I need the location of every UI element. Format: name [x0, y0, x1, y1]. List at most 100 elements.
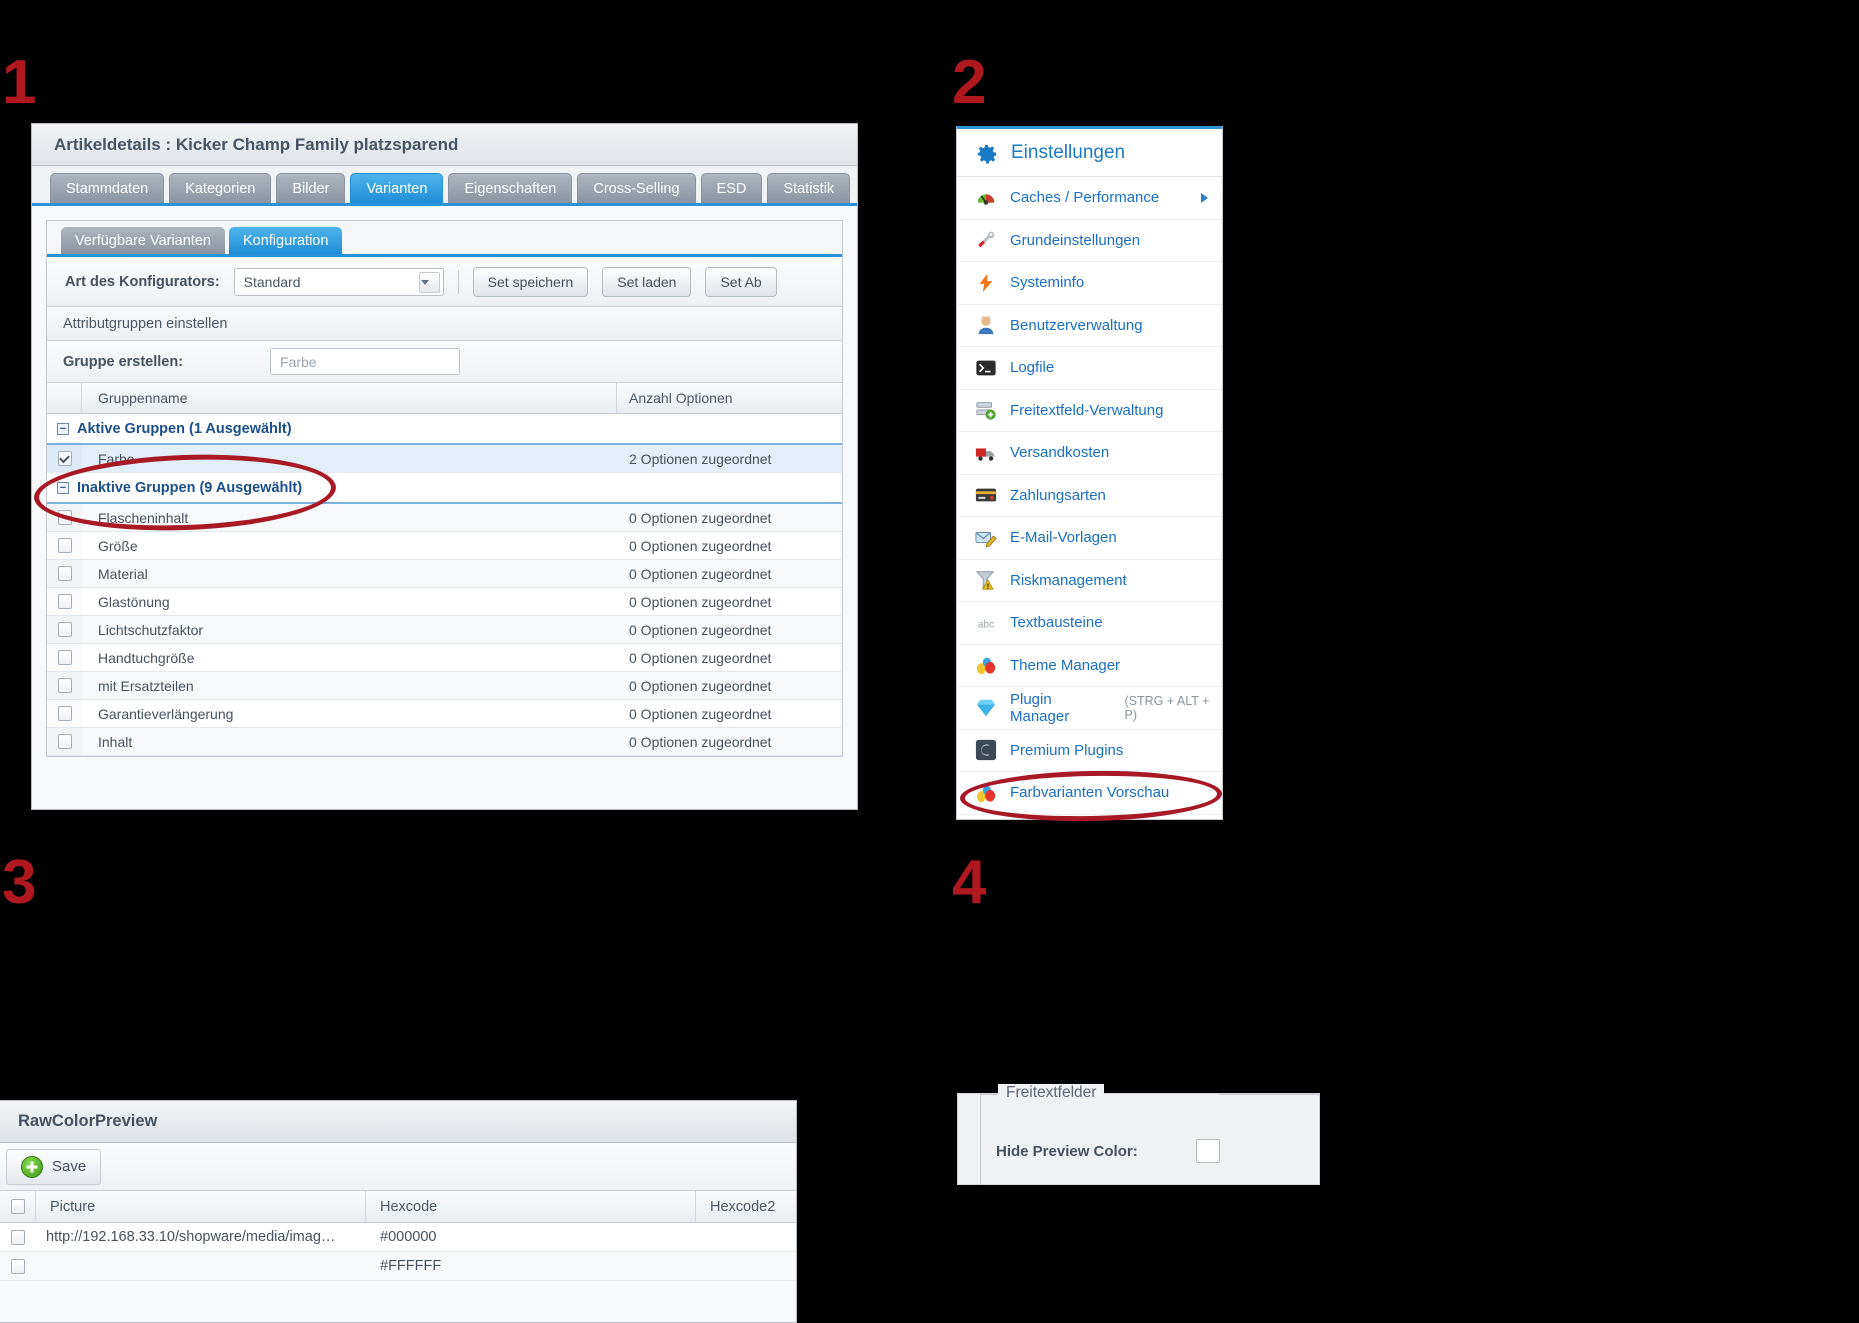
settings-menu-item-systeminfo[interactable]: Systeminfo [957, 262, 1222, 305]
row-checkbox-cell[interactable] [47, 616, 82, 643]
tab-kategorien[interactable]: Kategorien [169, 173, 272, 203]
row-checkbox-cell[interactable] [47, 644, 82, 671]
row-checkbox-cell[interactable] [47, 532, 82, 559]
settings-menu-item-freitextfeld-verwaltung[interactable]: Freitextfeld-Verwaltung [957, 390, 1222, 432]
table-row[interactable]: Glastönung 0 Optionen zugeordnet [47, 588, 842, 616]
hide-preview-color-row: Hide Preview Color: [996, 1139, 1220, 1163]
row-checkbox-cell[interactable] [47, 728, 82, 755]
group-header[interactable]: − Inaktive Gruppen (9 Ausgewählt) [47, 473, 842, 504]
settings-menu-item-versandkosten[interactable]: Versandkosten [957, 432, 1222, 475]
row-checkbox[interactable] [57, 678, 72, 693]
table-row[interactable]: Inhalt 0 Optionen zugeordnet [47, 728, 842, 756]
groups-grid-header: Gruppenname Anzahl Optionen [47, 383, 842, 414]
settings-menu-item-plugin-manager[interactable]: Plugin Manager (STRG + ALT + P) [957, 687, 1222, 730]
row-checkbox[interactable] [57, 566, 72, 581]
settings-menu-item-label: Grundeinstellungen [1010, 231, 1141, 249]
settings-menu-item-farbvarianten-vorschau[interactable]: Farbvarianten Vorschau [957, 772, 1222, 815]
group-name-cell: Garantieverlängerung [98, 705, 234, 722]
table-row[interactable]: mit Ersatzteilen 0 Optionen zugeordnet [47, 672, 842, 700]
settings-menu-item-theme-manager[interactable]: Theme Manager [957, 645, 1222, 687]
table-row[interactable]: Flascheninhalt 0 Optionen zugeordnet [47, 504, 842, 532]
settings-menu-item-benutzerverwaltung[interactable]: Benutzerverwaltung [957, 305, 1222, 347]
settings-menu-item-e-mail-vorlagen[interactable]: E-Mail-Vorlagen [957, 517, 1222, 560]
table-row[interactable]: Farbe 2 Optionen zugeordnet [47, 445, 842, 473]
row-checkbox[interactable] [57, 538, 72, 553]
row-checkbox-cell[interactable] [47, 672, 82, 699]
chevron-right-icon[interactable] [1201, 192, 1208, 203]
table-row[interactable]: #FFFFFF [0, 1252, 796, 1281]
configurator-type-label: Art des Konfigurators: [65, 273, 220, 290]
row-checkbox[interactable] [57, 451, 72, 466]
row-checkbox[interactable] [11, 1258, 25, 1274]
row-checkbox-cell[interactable] [47, 700, 82, 727]
tab-cross-selling[interactable]: Cross-Selling [577, 173, 696, 203]
set-ab-button[interactable]: Set Ab [705, 266, 777, 297]
settings-menu-item-logfile[interactable]: Logfile [957, 347, 1222, 390]
tab-statistik[interactable]: Statistik [767, 173, 851, 203]
row-checkbox[interactable] [57, 706, 72, 721]
terminal-icon [975, 357, 997, 379]
configurator-type-select[interactable]: Standard [233, 267, 444, 296]
chevron-down-icon[interactable] [418, 271, 440, 293]
collapse-icon[interactable]: − [57, 481, 69, 494]
table-row[interactable]: Handtuchgröße 0 Optionen zugeordnet [47, 644, 842, 672]
settings-menu-item-zahlungsarten[interactable]: Zahlungsarten [957, 475, 1222, 517]
table-row[interactable]: http://192.168.33.10/shopware/media/imag… [0, 1223, 796, 1252]
option-count-cell: 0 Optionen zugeordnet [629, 733, 772, 750]
tab-varianten[interactable]: Varianten [350, 173, 444, 203]
tab-stammdaten[interactable]: Stammdaten [50, 173, 165, 203]
color-drops-icon [975, 654, 997, 676]
row-checkbox[interactable] [57, 650, 72, 665]
table-row[interactable]: Garantieverlängerung 0 Optionen zugeordne… [47, 700, 842, 728]
tab-eigenschaften[interactable]: Eigenschaften [448, 173, 573, 203]
save-button[interactable]: Save [6, 1148, 102, 1185]
settings-menu: Einstellungen Caches / Performance Grunde… [956, 126, 1223, 820]
table-row[interactable]: Lichtschutzfaktor 0 Optionen zugeordnet [47, 616, 842, 644]
settings-menu-item-caches-performance[interactable]: Caches / Performance [957, 177, 1222, 220]
row-checkbox-cell[interactable] [47, 504, 82, 531]
row-checkbox[interactable] [57, 594, 72, 609]
freitextfelder-panel: Freitextfelder Hide Preview Color: [957, 1084, 1320, 1185]
group-header-label: Aktive Gruppen (1 Ausgewählt) [77, 420, 292, 437]
settings-menu-item-label: Freitextfeld-Verwaltung [1010, 401, 1164, 419]
settings-menu-item-textbausteine[interactable]: abc Textbausteine [957, 602, 1222, 645]
row-checkbox-cell[interactable] [0, 1252, 36, 1280]
table-row[interactable]: Material 0 Optionen zugeordnet [47, 560, 842, 588]
collapse-icon[interactable]: − [57, 422, 69, 435]
row-checkbox[interactable] [57, 622, 72, 637]
option-count-cell: 0 Optionen zugeordnet [629, 509, 772, 526]
load-set-button[interactable]: Set laden [602, 266, 692, 297]
select-all-checkbox[interactable] [0, 1191, 36, 1222]
row-checkbox-cell[interactable] [0, 1223, 36, 1251]
option-count-cell: 0 Optionen zugeordnet [629, 649, 772, 666]
row-checkbox-cell[interactable] [47, 588, 82, 615]
hide-preview-color-checkbox[interactable] [1196, 1139, 1220, 1163]
row-checkbox[interactable] [57, 510, 72, 525]
settings-menu-item-premium-plugins[interactable]: Premium Plugins [957, 730, 1222, 772]
settings-menu-title-row: Einstellungen [957, 129, 1222, 177]
row-checkbox[interactable] [57, 734, 72, 749]
hexcode-cell: #000000 [380, 1229, 437, 1245]
group-header[interactable]: − Aktive Gruppen (1 Ausgewählt) [47, 414, 842, 445]
table-row[interactable]: Größe 0 Optionen zugeordnet [47, 532, 842, 560]
settings-menu-item-grundeinstellungen[interactable]: Grundeinstellungen [957, 220, 1222, 262]
row-checkbox-cell[interactable] [47, 445, 82, 472]
rawcolorpreview-window: RawColorPreview Save Picture Hexcode Hex… [0, 1100, 797, 1323]
mail-edit-icon [975, 527, 997, 549]
option-count-cell: 0 Optionen zugeordnet [629, 593, 772, 610]
group-header-label: Inaktive Gruppen (9 Ausgewählt) [77, 479, 303, 496]
row-checkbox-cell[interactable] [47, 560, 82, 587]
save-set-button[interactable]: Set speichern [472, 266, 589, 297]
subtab-verf-gbare-varianten[interactable]: Verfügbare Varianten [61, 227, 225, 254]
option-count-cell: 0 Optionen zugeordnet [629, 677, 772, 694]
create-group-input[interactable]: Farbe [270, 348, 460, 375]
tab-esd[interactable]: ESD [700, 173, 763, 203]
rawcolorpreview-grid-body: http://192.168.33.10/shopware/media/imag… [0, 1223, 796, 1281]
settings-menu-item-label: Logfile [1010, 359, 1055, 377]
settings-menu-item-riskmanagement[interactable]: Riskmanagement [957, 560, 1222, 602]
subtab-konfiguration[interactable]: Konfiguration [228, 227, 343, 254]
row-checkbox[interactable] [11, 1229, 25, 1245]
gauge-icon [975, 187, 997, 209]
variants-inner-panel: Verfügbare Varianten Konfiguration Art de… [46, 220, 843, 757]
tab-bilder[interactable]: Bilder [276, 173, 346, 203]
